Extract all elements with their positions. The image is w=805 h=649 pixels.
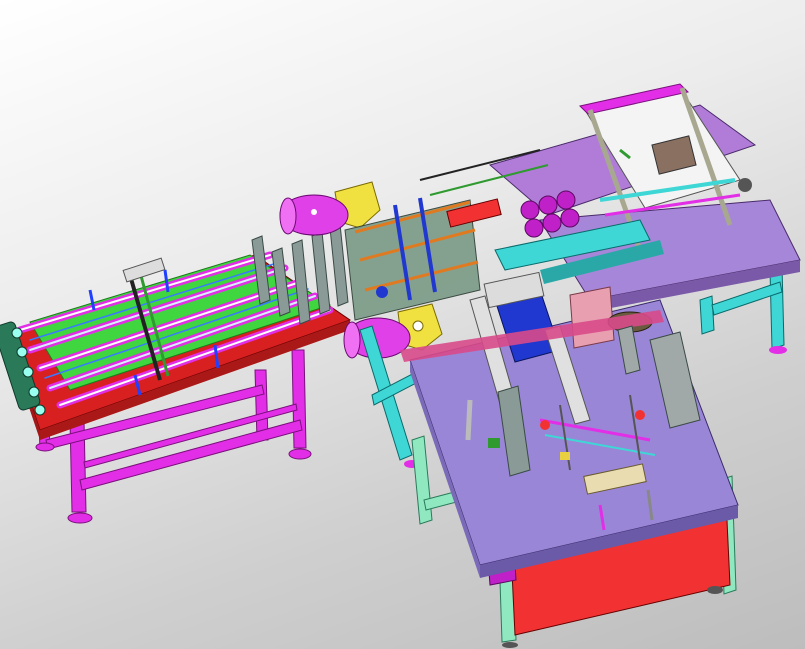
feed-conveyor (0, 223, 352, 524)
front-forming-station (400, 271, 739, 648)
machine-assembly-drawing (0, 83, 801, 648)
cad-viewport[interactable] (0, 0, 805, 649)
